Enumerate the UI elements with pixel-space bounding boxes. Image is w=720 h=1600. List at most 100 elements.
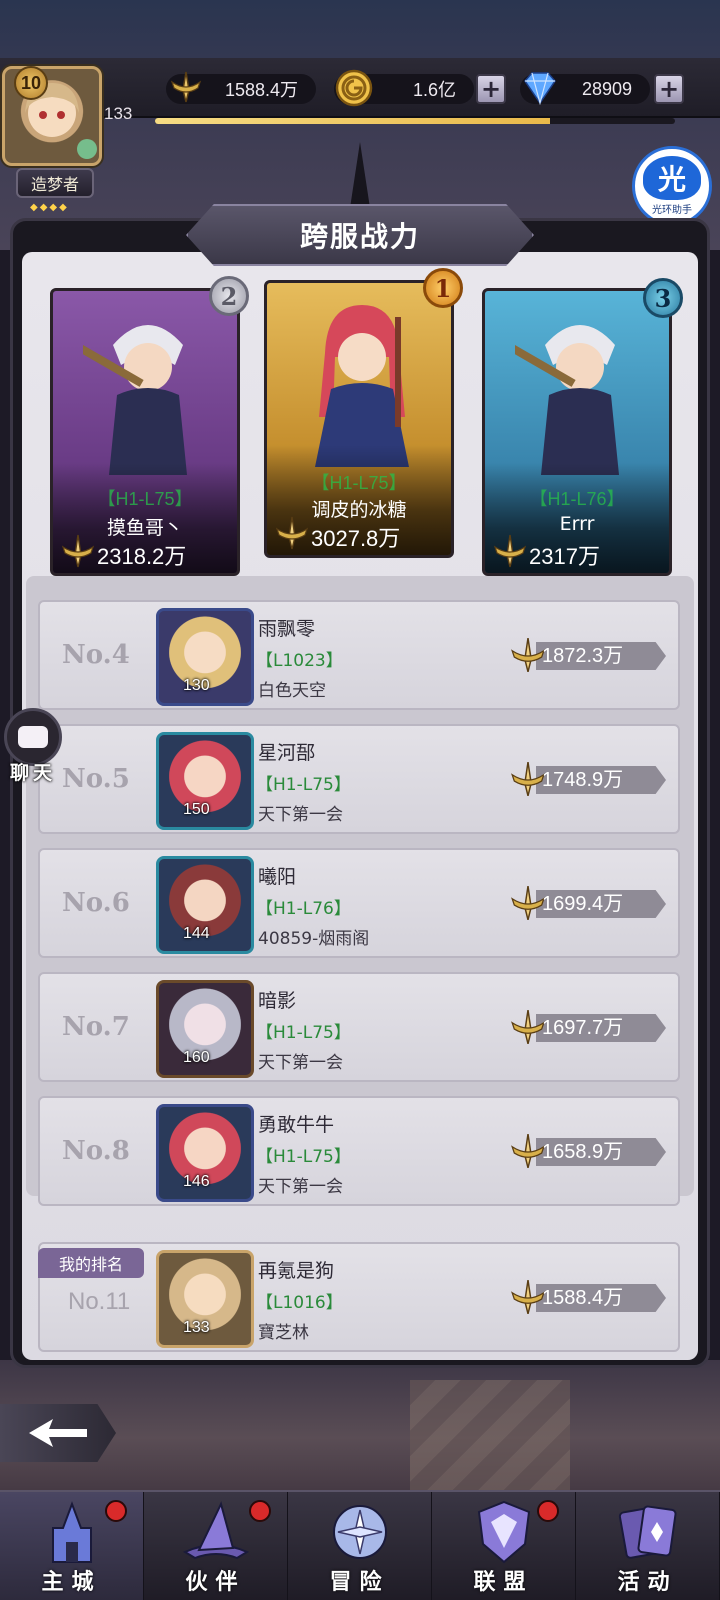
compass-icon <box>332 1505 387 1559</box>
rank-3-medal-icon: 3 <box>640 272 686 324</box>
nav-label: 伙伴 <box>185 1570 246 1595</box>
add-gold-button[interactable]: + <box>476 74 506 104</box>
exp-progress-bar <box>155 118 675 124</box>
player-guild: 40859-烟雨阁 <box>258 929 370 949</box>
hero-portrait-icon <box>83 325 187 475</box>
player-power: 1697.7万 <box>508 1008 666 1048</box>
podium-server: 【H1-L76】 <box>529 489 625 509</box>
castle-icon <box>51 1501 92 1563</box>
ranking-row[interactable]: No.8 146 勇敢牛牛 【H1-L75】 天下第一会 1658.9万 <box>38 1096 680 1206</box>
player-name: 雨飘零 <box>258 618 316 640</box>
bottom-nav: 主城 伙伴 冒险 联盟 活动 <box>0 1490 720 1600</box>
nav-notification-badge <box>537 1500 559 1522</box>
podium-card-1[interactable]: 【H1-L75】 调皮的冰糖 3027.8万 <box>264 280 454 558</box>
nav-label: 联盟 <box>473 1570 534 1595</box>
nav-alliance[interactable]: 联盟 <box>432 1492 576 1600</box>
player-server: 【H1-L75】 <box>256 1023 351 1043</box>
player-name: 星河郚 <box>258 742 316 764</box>
player-power: 1872.3万 <box>508 636 666 676</box>
shield-icon <box>477 1500 530 1564</box>
avatar-level: 146 <box>183 1173 210 1190</box>
panel-title-banner: 跨服战力 <box>186 204 534 266</box>
player-server: 【L1016】 <box>256 1293 343 1313</box>
player-avatar: 130 <box>156 608 254 706</box>
player-guild: 天下第一会 <box>258 1053 343 1073</box>
power-resource: 1588.4万 <box>166 71 316 106</box>
player-power: 1658.9万 <box>508 1132 666 1172</box>
podium-card-2[interactable]: 【H1-L75】 摸鱼哥丶 2318.2万 <box>50 288 240 576</box>
nav-label: 主城 <box>41 1570 102 1595</box>
player-name: 曦阳 <box>258 866 297 888</box>
player-power: 1748.9万 <box>508 760 666 800</box>
power-value: 1658.9万 <box>542 1141 624 1163</box>
rank-number: No.5 <box>62 764 130 794</box>
sword-power-icon <box>275 516 309 550</box>
rank-number: No.8 <box>62 1136 130 1166</box>
add-diamond-button[interactable]: + <box>654 74 684 104</box>
power-value: 1748.9万 <box>542 769 624 791</box>
exp-progress-fill <box>155 118 551 124</box>
podium-power: 2318.2万 <box>97 544 187 569</box>
nav-main-city[interactable]: 主城 <box>0 1492 144 1600</box>
avatar-level: 130 <box>183 677 210 694</box>
nav-events[interactable]: 活动 <box>576 1492 720 1600</box>
player-guild: 天下第一会 <box>258 1177 343 1197</box>
rank-number: No.7 <box>62 1012 130 1042</box>
gold-resource: 1.6亿 <box>334 69 474 107</box>
nav-notification-badge <box>105 1500 127 1522</box>
rank-1-medal-number: 1 <box>423 268 463 308</box>
podium-card-3[interactable]: 【H1-L76】 Errr 2317万 <box>482 288 672 576</box>
my-ranking-tag: 我的排名 <box>38 1248 144 1278</box>
player-avatar: 144 <box>156 856 254 954</box>
player-name: 暗影 <box>258 990 297 1012</box>
player-title-badge[interactable]: 造梦者 <box>16 168 94 198</box>
nav-label: 活动 <box>617 1570 678 1595</box>
player-guild: 天下第一会 <box>258 805 343 825</box>
rank-3-medal-number: 3 <box>643 278 683 318</box>
player-level-value: 133 <box>104 104 133 123</box>
power-value: 1699.4万 <box>542 893 624 915</box>
ranking-row[interactable]: No.5 150 星河郚 【H1-L75】 天下第一会 1748.9万 <box>38 724 680 834</box>
avatar-level: 133 <box>183 1319 210 1336</box>
avatar-level: 144 <box>183 925 210 942</box>
player-avatar: 133 <box>156 1250 254 1348</box>
player-power: 1699.4万 <box>508 884 666 924</box>
podium-server: 【H1-L75】 <box>97 489 193 509</box>
witch-hat-icon <box>182 1501 249 1560</box>
player-avatar: 160 <box>156 980 254 1078</box>
player-power: 1588.4万 <box>508 1278 666 1318</box>
helper-assistant-button[interactable]: 光 光环助手 <box>632 146 712 226</box>
ranking-row[interactable]: No.4 130 雨飘零 【L1023】 白色天空 1872.3万 <box>38 600 680 710</box>
background-awning <box>410 1380 570 1490</box>
sword-power-icon <box>493 534 527 568</box>
nav-partners[interactable]: 伙伴 <box>144 1492 288 1600</box>
player-server: 【H1-L75】 <box>256 1147 351 1167</box>
ranking-row[interactable]: No.6 144 曦阳 【H1-L76】 40859-烟雨阁 1699.4万 <box>38 848 680 958</box>
hero-portrait-icon <box>515 325 619 475</box>
player-avatar: 146 <box>156 1104 254 1202</box>
podium-power: 3027.8万 <box>311 526 401 551</box>
podium-name: Errr <box>559 513 595 535</box>
diamond-resource: 28909 <box>520 72 650 106</box>
avatar-level: 160 <box>183 1049 210 1066</box>
chat-label: 聊天 <box>10 762 57 784</box>
ranking-row[interactable]: No.7 160 暗影 【H1-L75】 天下第一会 1697.7万 <box>38 972 680 1082</box>
nav-label: 冒险 <box>329 1570 390 1595</box>
nav-notification-badge <box>249 1500 271 1522</box>
avatar-level: 150 <box>183 801 210 818</box>
panel-title: 跨服战力 <box>299 220 420 253</box>
sword-power-icon <box>166 68 206 108</box>
rank-number: No.4 <box>62 640 130 670</box>
nav-adventure[interactable]: 冒险 <box>288 1492 432 1600</box>
chat-button[interactable]: 聊天 <box>4 708 66 790</box>
player-guild: 白色天空 <box>258 681 326 701</box>
podium-server: 【H1-L75】 <box>311 473 407 493</box>
back-arrow-icon <box>29 1419 87 1447</box>
back-button[interactable] <box>0 1404 116 1462</box>
rank-2-medal-number: 2 <box>209 276 249 316</box>
power-value: 1588.4万 <box>542 1287 624 1309</box>
rank-number: No.6 <box>62 888 130 918</box>
helper-badge: 光 <box>643 156 701 200</box>
power-value: 1872.3万 <box>542 645 624 667</box>
diamond-icon <box>520 68 560 108</box>
